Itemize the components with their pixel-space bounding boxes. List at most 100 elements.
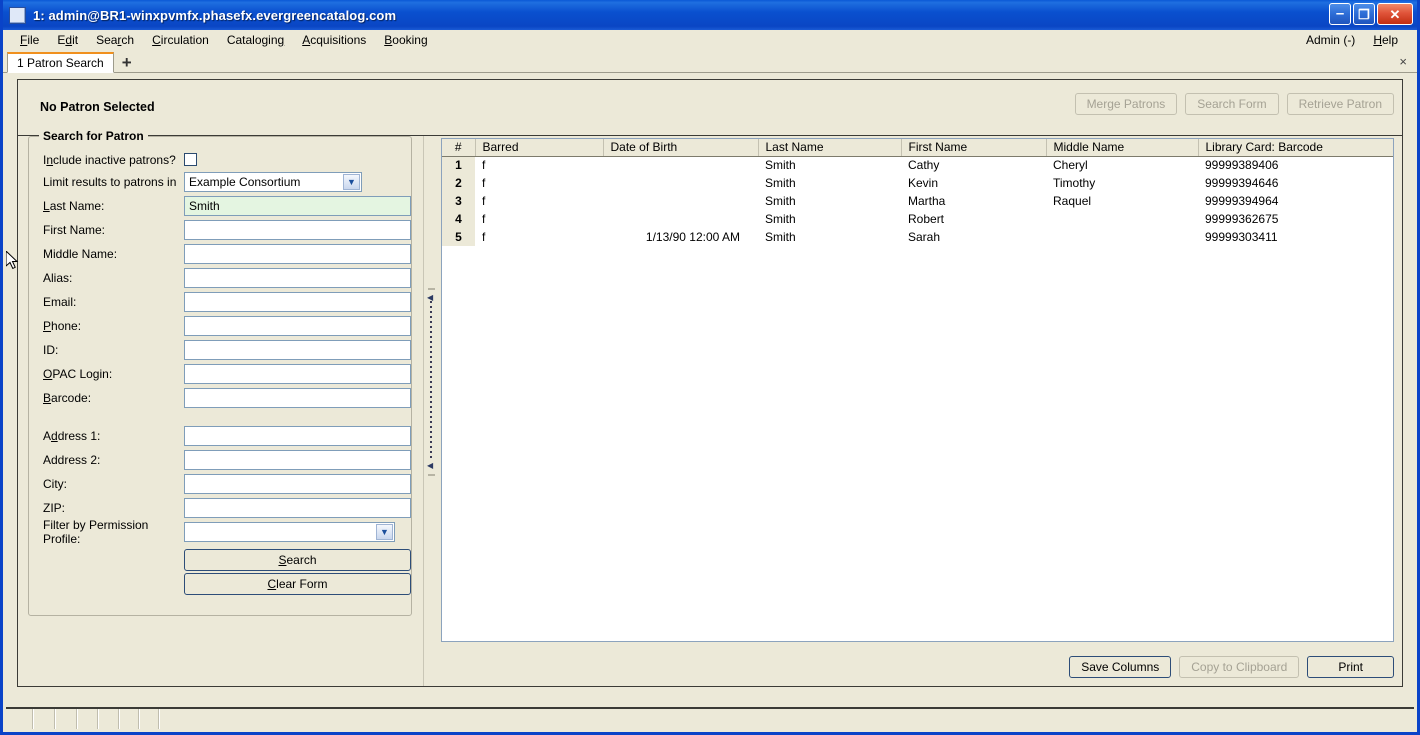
results-table-body: 1 f Smith Cathy Cheryl 99999389406 2 f S…	[442, 156, 1393, 246]
column-header-date-of-birth[interactable]: Date of Birth	[603, 139, 759, 157]
zip-input[interactable]	[184, 498, 411, 518]
include-inactive-checkbox[interactable]	[184, 153, 197, 166]
menu-help[interactable]: Help	[1364, 32, 1407, 48]
cell-last-name: Smith	[758, 192, 901, 210]
status-cell-3	[56, 709, 78, 729]
minimize-icon: –	[1335, 5, 1345, 22]
phone-label: Phone:	[43, 319, 82, 333]
middle-name-input[interactable]	[184, 244, 411, 264]
cell-first-name: Sarah	[901, 228, 1046, 246]
last-name-label: Last Name:	[43, 199, 105, 213]
zip-label: ZIP:	[43, 501, 66, 515]
cell-barred: f	[475, 210, 603, 228]
column-header-library-card-barcode[interactable]: Library Card: Barcode	[1198, 139, 1393, 157]
menu-booking[interactable]: Booking	[375, 32, 436, 48]
address-2-input[interactable]	[184, 450, 411, 470]
save-columns-button[interactable]: Save Columns	[1069, 656, 1172, 678]
patron-search-panel: No Patron Selected Merge Patrons Search …	[17, 79, 1403, 687]
id-input[interactable]	[184, 340, 411, 360]
field-middle-name: Middle Name:	[29, 242, 411, 266]
opac-login-input[interactable]	[184, 364, 411, 384]
status-cell-2	[34, 709, 56, 729]
close-tab-button[interactable]: ×	[1399, 54, 1407, 69]
search-button[interactable]: Search	[184, 549, 411, 571]
merge-patrons-button[interactable]: Merge Patrons	[1074, 93, 1178, 115]
table-row[interactable]: 5 f 1/13/90 12:00 AM Smith Sarah 9999930…	[442, 228, 1393, 246]
new-tab-button[interactable]: +	[122, 54, 132, 71]
field-last-name: Last Name:	[29, 194, 411, 218]
search-form-pane: Search for Patron Include inactive patro…	[18, 129, 422, 686]
results-header-row: # Barred Date of Birth Last Name First N…	[442, 139, 1393, 157]
limit-results-label: Limit results to patrons in	[43, 175, 177, 189]
menu-circulation[interactable]: Circulation	[143, 32, 218, 48]
city-input[interactable]	[184, 474, 411, 494]
clear-form-button[interactable]: Clear Form	[184, 573, 411, 595]
opac-login-label: OPAC Login:	[43, 367, 113, 381]
menu-file[interactable]: File	[11, 32, 48, 48]
search-form-button[interactable]: Search Form	[1185, 93, 1279, 115]
results-grid-container[interactable]: # Barred Date of Birth Last Name First N…	[441, 138, 1394, 642]
status-cell-7	[140, 709, 160, 729]
menu-edit[interactable]: Edit	[48, 32, 87, 48]
phone-input[interactable]	[184, 316, 411, 336]
table-row[interactable]: 1 f Smith Cathy Cheryl 99999389406	[442, 156, 1393, 174]
tab-patron-search[interactable]: 1 Patron Search	[7, 52, 114, 73]
email-input[interactable]	[184, 292, 411, 312]
table-row[interactable]: 3 f Smith Martha Raquel 99999394964	[442, 192, 1393, 210]
retrieve-patron-button[interactable]: Retrieve Patron	[1286, 93, 1394, 115]
alias-input[interactable]	[184, 268, 411, 288]
last-name-input[interactable]	[184, 196, 411, 216]
menu-cataloging[interactable]: Cataloging	[218, 32, 293, 48]
column-header-first-name[interactable]: First Name	[901, 139, 1047, 157]
tab-label: 1 Patron Search	[17, 56, 104, 70]
menu-admin[interactable]: Admin (-)	[1297, 32, 1364, 48]
field-email: Email:	[29, 290, 411, 314]
permission-profile-dropdown[interactable]: ▼	[184, 522, 395, 542]
splitter-grip	[430, 301, 432, 461]
field-id: ID:	[29, 338, 411, 362]
patron-action-buttons: Merge Patrons Search Form Retrieve Patro…	[1074, 93, 1394, 115]
cell-middle-name: Cheryl	[1046, 156, 1198, 174]
alias-label: Alias:	[43, 271, 73, 285]
close-button[interactable]: ✕	[1377, 3, 1413, 25]
status-cell-4	[78, 709, 99, 729]
maximize-button[interactable]: ❐	[1353, 3, 1375, 25]
field-opac-login: OPAC Login:	[29, 362, 411, 386]
cell-barred: f	[475, 192, 603, 210]
minimize-button[interactable]: –	[1329, 3, 1351, 25]
include-inactive-label: Include inactive patrons?	[43, 152, 176, 167]
field-address-2: Address 2:	[29, 448, 411, 472]
menu-acquisitions[interactable]: Acquisitions	[293, 32, 375, 48]
address-1-input[interactable]	[184, 426, 411, 446]
table-row[interactable]: 2 f Smith Kevin Timothy 99999394646	[442, 174, 1393, 192]
field-include-inactive: Include inactive patrons?	[29, 149, 411, 170]
column-header-last-name[interactable]: Last Name	[758, 139, 902, 157]
patron-status-label: No Patron Selected	[40, 100, 155, 114]
cell-number: 4	[442, 210, 475, 228]
limit-results-dropdown[interactable]: Example Consortium ▼	[184, 172, 362, 192]
cell-middle-name	[1046, 228, 1198, 246]
menu-bar-right: Admin (-) Help	[1297, 30, 1407, 50]
splitter-collapse-right-icon[interactable]: ◀	[427, 461, 433, 470]
column-header-barred[interactable]: Barred	[475, 139, 604, 157]
cell-number: 5	[442, 228, 475, 246]
table-row[interactable]: 4 f Smith Robert 99999362675	[442, 210, 1393, 228]
first-name-input[interactable]	[184, 220, 411, 240]
patron-summary-bar: No Patron Selected Merge Patrons Search …	[18, 80, 1402, 136]
print-button[interactable]: Print	[1307, 656, 1394, 678]
results-pane: # Barred Date of Birth Last Name First N…	[438, 136, 1402, 686]
column-header-number[interactable]: #	[442, 139, 476, 157]
field-barcode: Barcode:	[29, 386, 411, 410]
id-label: ID:	[43, 343, 59, 357]
column-header-middle-name[interactable]: Middle Name	[1046, 139, 1199, 157]
cell-last-name: Smith	[758, 156, 901, 174]
menu-search[interactable]: Search	[87, 32, 143, 48]
copy-to-clipboard-button[interactable]: Copy to Clipboard	[1179, 656, 1300, 678]
cell-middle-name: Timothy	[1046, 174, 1198, 192]
cell-middle-name	[1046, 210, 1198, 228]
cell-date-of-birth	[603, 156, 758, 174]
barcode-input[interactable]	[184, 388, 411, 408]
close-icon: ✕	[1389, 6, 1401, 22]
cell-first-name: Robert	[901, 210, 1046, 228]
pane-splitter[interactable]: ◀ ◀	[423, 136, 439, 686]
